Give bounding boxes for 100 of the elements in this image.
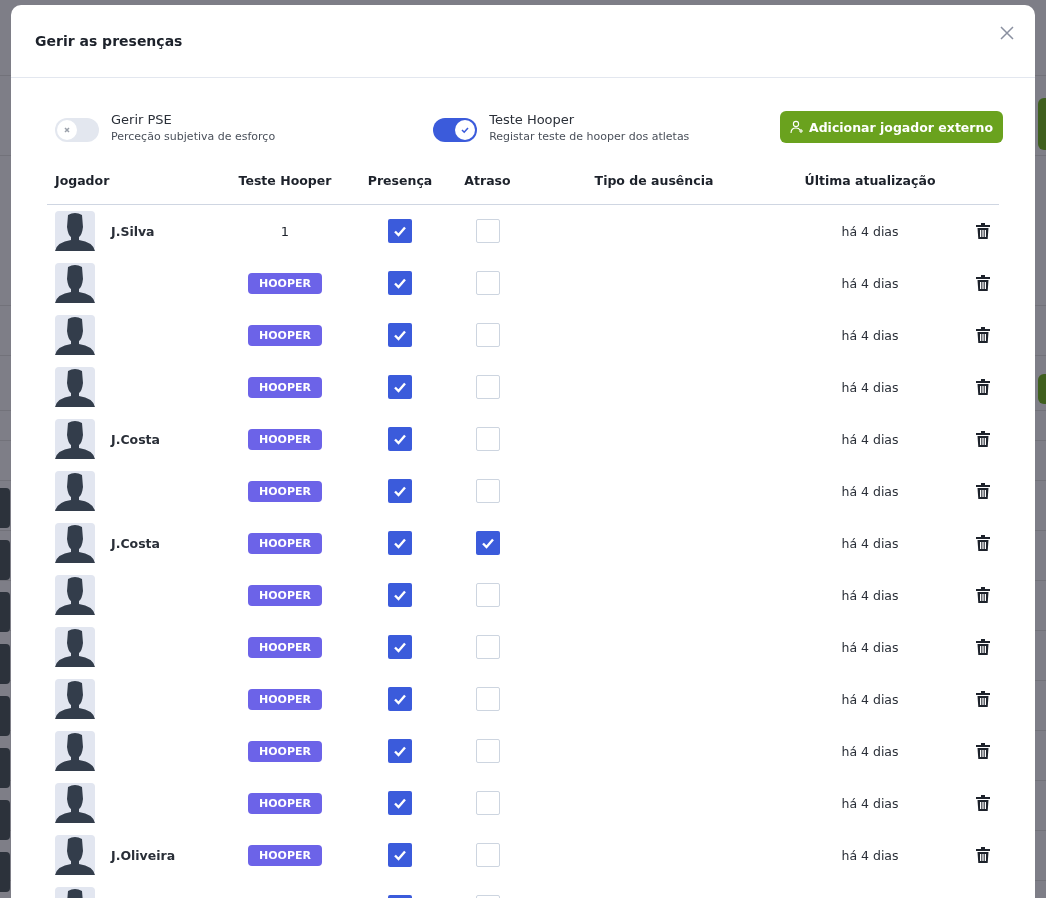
checkbox[interactable] (388, 323, 412, 347)
add-user-icon (790, 120, 804, 134)
column-header: Jogador (53, 172, 111, 188)
check-icon (393, 588, 407, 602)
checkbox[interactable] (388, 583, 412, 607)
trash-icon[interactable] (976, 379, 990, 395)
checkbox[interactable] (475, 479, 500, 503)
player-name: J.Costa (111, 431, 160, 447)
hooper-badge[interactable]: HOOPER (248, 428, 322, 450)
checkbox[interactable] (388, 427, 412, 451)
column-header: Tipo de ausência (593, 172, 715, 188)
checkbox[interactable] (475, 635, 500, 659)
checkbox[interactable] (388, 687, 412, 711)
backdrop-avatar (0, 488, 10, 528)
player-name: J.Costa (111, 535, 160, 551)
backdrop-avatar (0, 592, 10, 632)
checkbox[interactable] (475, 687, 500, 711)
last-updated: há 4 dias (841, 223, 899, 239)
checkbox[interactable] (388, 375, 412, 399)
check-icon (393, 432, 407, 446)
last-updated: há 4 dias (841, 587, 899, 603)
hooper-badge[interactable]: HOOPER (248, 480, 322, 502)
trash-icon[interactable] (976, 275, 990, 291)
trash-icon[interactable] (976, 223, 990, 239)
checkbox[interactable] (475, 323, 500, 347)
last-updated: há 4 dias (841, 379, 899, 395)
backdrop-avatar (0, 696, 10, 736)
trash-icon[interactable] (976, 743, 990, 759)
close-icon[interactable] (999, 25, 1015, 41)
checkbox[interactable] (388, 219, 412, 243)
checkbox[interactable] (475, 843, 500, 867)
dialog-title: Gerir as presenças (35, 33, 183, 49)
hooper-badge[interactable]: HOOPER (248, 584, 322, 606)
check-icon (393, 380, 407, 394)
hooper-badge[interactable]: HOOPER (248, 636, 322, 658)
column-header: Última atualização (803, 172, 937, 188)
check-icon (480, 536, 495, 550)
checkbox[interactable] (388, 843, 412, 867)
hooper-badge[interactable]: HOOPER (248, 844, 322, 866)
trash-icon[interactable] (976, 587, 990, 603)
checkbox[interactable] (388, 791, 412, 815)
avatar-icon (55, 679, 95, 719)
checkbox[interactable] (388, 271, 412, 295)
backdrop-avatar (0, 852, 10, 892)
last-updated: há 4 dias (841, 847, 899, 863)
hooper-badge[interactable]: HOOPER (248, 532, 322, 554)
trash-icon[interactable] (976, 639, 990, 655)
checkbox[interactable] (388, 635, 412, 659)
checkbox[interactable] (475, 271, 500, 295)
column-header: Teste Hooper (237, 172, 333, 188)
checkbox[interactable] (475, 583, 500, 607)
toggle-switch[interactable] (55, 117, 99, 142)
last-updated: há 4 dias (841, 691, 899, 707)
checkbox[interactable] (388, 739, 412, 763)
hooper-badge[interactable]: HOOPER (248, 376, 322, 398)
checkbox[interactable] (475, 791, 500, 815)
add-external-player-button[interactable]: Adicionar jogador externo (780, 111, 1003, 143)
trash-icon[interactable] (976, 431, 990, 447)
check-icon (393, 276, 407, 290)
toggle-switch[interactable] (433, 117, 478, 142)
last-updated: há 4 dias (841, 275, 899, 291)
last-updated: há 4 dias (841, 743, 899, 759)
hooper-badge[interactable]: HOOPER (248, 272, 322, 294)
hooper-badge[interactable]: HOOPER (248, 688, 322, 710)
trash-icon[interactable] (976, 691, 990, 707)
avatar-icon (55, 835, 95, 875)
avatar-icon (55, 367, 95, 407)
backdrop-avatar (0, 748, 10, 788)
hooper-badge[interactable]: HOOPER (248, 792, 322, 814)
trash-icon[interactable] (976, 327, 990, 343)
hooper-badge[interactable]: HOOPER (248, 324, 322, 346)
trash-icon[interactable] (976, 847, 990, 863)
checkbox[interactable] (475, 375, 500, 399)
hooper-badge[interactable]: HOOPER (248, 740, 322, 762)
last-updated: há 4 dias (841, 327, 899, 343)
last-updated: há 4 dias (841, 795, 899, 811)
avatar-icon (55, 263, 95, 303)
checkbox[interactable] (475, 531, 500, 555)
avatar-icon (55, 315, 95, 355)
last-updated: há 4 dias (841, 639, 899, 655)
check-icon (393, 536, 407, 550)
trash-icon[interactable] (976, 795, 990, 811)
checkbox[interactable] (475, 427, 500, 451)
last-updated: há 4 dias (841, 535, 899, 551)
checkbox[interactable] (475, 219, 500, 243)
hooper-value: 1 (280, 223, 290, 239)
toggle-description: Registar teste de hooper dos atletas (489, 129, 690, 143)
checkbox[interactable] (388, 479, 412, 503)
player-name: J.Silva (111, 223, 155, 239)
trash-icon[interactable] (976, 535, 990, 551)
check-icon (393, 328, 407, 342)
check-icon (393, 848, 407, 862)
checkbox[interactable] (388, 531, 412, 555)
check-icon (393, 692, 407, 706)
avatar-icon (55, 575, 95, 615)
check-icon (393, 744, 407, 758)
avatar-icon (55, 419, 95, 459)
avatar-icon (55, 731, 95, 771)
trash-icon[interactable] (976, 483, 990, 499)
checkbox[interactable] (475, 739, 500, 763)
